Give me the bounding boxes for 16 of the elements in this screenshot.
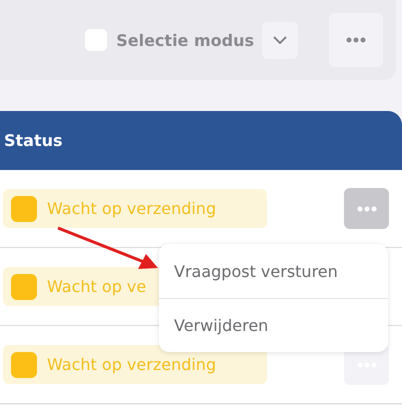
status-square-icon [11, 274, 37, 300]
status-square-icon [11, 196, 37, 222]
status-text: Wacht op verzending [47, 199, 216, 218]
more-icon [356, 206, 376, 212]
row-actions-button[interactable] [344, 188, 389, 229]
status-text: Wacht op ve [47, 277, 146, 296]
more-icon [346, 37, 366, 43]
menu-item[interactable]: Verwijderen [159, 298, 388, 352]
status-text: Wacht op verzending [47, 355, 216, 374]
chevron-down-icon [273, 36, 287, 44]
more-button[interactable] [329, 13, 383, 67]
status-square-icon [11, 352, 37, 378]
column-header: Status [4, 131, 63, 150]
dropdown-button[interactable] [262, 22, 298, 58]
menu-item[interactable]: Vraagpost versturen [159, 244, 388, 298]
selection-mode-label: Selectie modus [116, 30, 254, 50]
